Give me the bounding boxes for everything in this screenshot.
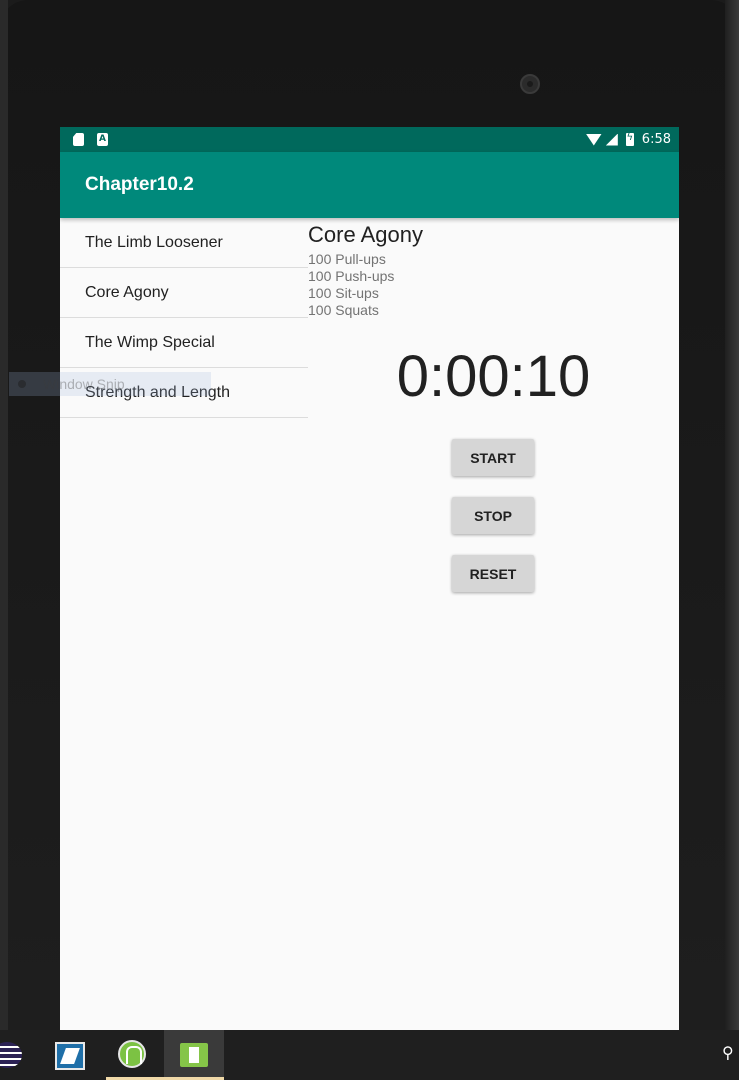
- status-indicators: 6:58: [585, 127, 671, 152]
- stop-button[interactable]: STOP: [452, 497, 534, 534]
- people-icon[interactable]: ⚲: [722, 1045, 736, 1061]
- start-button[interactable]: START: [452, 439, 534, 476]
- a-badge-icon: A: [97, 133, 108, 146]
- app-title: Chapter10.2: [85, 174, 194, 195]
- stopwatch-time: 0:00:10: [396, 344, 591, 409]
- eclipse-icon[interactable]: [0, 1042, 22, 1068]
- battery-charging-icon: [625, 132, 634, 146]
- list-item-label: Core Agony: [85, 283, 169, 301]
- description-line: 100 Push-ups: [308, 268, 395, 284]
- list-item-label: The Wimp Special: [85, 333, 215, 351]
- sd-card-icon: [73, 133, 84, 146]
- workout-description: 100 Pull-ups 100 Push-ups 100 Sit-ups 10…: [308, 251, 394, 319]
- cell-signal-icon: [605, 133, 618, 146]
- reset-button[interactable]: RESET: [452, 555, 534, 592]
- list-item-limb-loosener[interactable]: The Limb Loosener: [60, 218, 308, 268]
- list-item-core-agony[interactable]: Core Agony: [60, 268, 308, 318]
- wifi-icon: [585, 133, 602, 146]
- tablet-app-icon[interactable]: [55, 1042, 85, 1070]
- android-studio-icon[interactable]: [118, 1040, 146, 1068]
- description-line: 100 Sit-ups: [308, 285, 379, 301]
- window-snip-overlay: Window Snip: [9, 372, 211, 396]
- device-edge-left: [0, 0, 8, 1030]
- app-screen: A 6:58 Chapter10.2 The Limb Loosener Cor…: [60, 127, 679, 1030]
- description-line: 100 Pull-ups: [308, 251, 386, 267]
- list-item-label: The Limb Loosener: [85, 233, 223, 251]
- taskbar: ⚲: [0, 1030, 739, 1080]
- list-item-wimp-special[interactable]: The Wimp Special: [60, 318, 308, 368]
- emulator-icon[interactable]: [180, 1043, 208, 1067]
- tablet-device: A 6:58 Chapter10.2 The Limb Loosener Cor…: [0, 0, 739, 1030]
- status-bar: A 6:58: [60, 127, 679, 152]
- device-edge-right: [725, 0, 739, 1030]
- workout-title: Core Agony: [308, 222, 423, 247]
- app-bar: Chapter10.2: [60, 152, 679, 218]
- status-time: 6:58: [641, 132, 671, 147]
- description-line: 100 Squats: [308, 302, 379, 318]
- camera-icon: [520, 74, 540, 94]
